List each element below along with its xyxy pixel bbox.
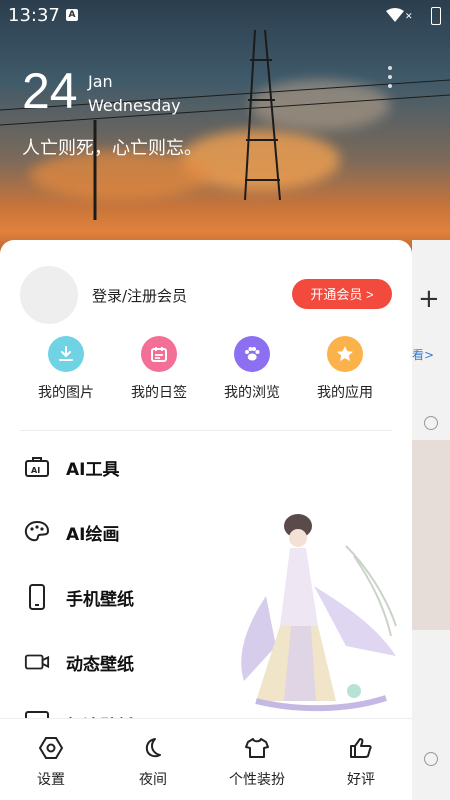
menu-item-live-wallpaper[interactable]: 动态壁纸 (24, 644, 224, 680)
quick-action-my-daily-sign[interactable]: 我的日签 (114, 336, 204, 402)
notification-a-icon: A (66, 9, 78, 21)
quick-action-label: 我的应用 (317, 385, 373, 401)
settings-hexagon-icon (16, 735, 86, 761)
status-time: 13:37 (8, 5, 60, 26)
date-weekday: Wednesday (88, 96, 181, 115)
tab-personalize[interactable]: 个性装扮 (222, 735, 292, 789)
link-hint: 看> (412, 348, 435, 362)
ai-toolbox-icon: AI (24, 454, 50, 480)
tab-settings[interactable]: 设置 (16, 735, 86, 789)
tab-label: 设置 (37, 772, 65, 788)
avatar[interactable] (20, 266, 78, 324)
tshirt-icon (222, 735, 292, 761)
paw-icon (234, 336, 270, 372)
menu-item-phone-wallpaper[interactable]: 手机壁纸 (24, 579, 224, 615)
video-camera-icon (24, 649, 50, 675)
menu-item-label: 手机壁纸 (66, 589, 134, 610)
open-vip-button[interactable]: 开通会员 > (292, 279, 392, 309)
date-day: 24 (22, 63, 78, 119)
menu-item-label: AI绘画 (66, 524, 120, 545)
add-icon[interactable]: + (418, 284, 440, 314)
wifi-icon (386, 8, 404, 22)
tab-label: 好评 (347, 772, 375, 788)
tab-label: 夜间 (139, 772, 167, 788)
bottom-bar: 设置 夜间 个性装扮 好评 (0, 718, 412, 800)
main-screen-peek: + 看> (412, 240, 450, 800)
quick-action-my-apps[interactable]: 我的应用 (300, 336, 390, 402)
thumbs-up-icon (326, 735, 396, 761)
radio-icon[interactable] (424, 752, 438, 766)
menu-item-label: AI工具 (66, 459, 120, 480)
svg-text:AI: AI (31, 466, 40, 475)
quick-action-label: 我的浏览 (224, 385, 280, 401)
tab-night-mode[interactable]: 夜间 (118, 735, 188, 789)
menu-item-ai-tools[interactable]: AI AI工具 (24, 449, 224, 485)
tab-rate[interactable]: 好评 (326, 735, 396, 789)
side-drawer: 登录/注册会员 开通会员 > 我的图片 我的日签 我的浏览 我的应用 AI AI… (0, 240, 412, 800)
palette-icon (24, 519, 50, 545)
quick-action-label: 我的日签 (131, 385, 187, 401)
moon-icon (118, 735, 188, 761)
menu-item-label: 动态壁纸 (66, 654, 134, 675)
divider (20, 430, 392, 431)
download-icon (48, 336, 84, 372)
tab-label: 个性装扮 (229, 772, 285, 788)
star-icon (327, 336, 363, 372)
daily-quote: 人亡则死，心亡则忘。 (22, 138, 202, 159)
wallpaper-thumbnail[interactable] (412, 440, 450, 630)
menu-item-ai-painting[interactable]: AI绘画 (24, 514, 224, 550)
date-month: Jan (88, 72, 113, 91)
quick-action-my-history[interactable]: 我的浏览 (207, 336, 297, 402)
no-signal-icon: ✕ (405, 12, 413, 22)
decorative-character-illustration (241, 514, 397, 712)
quick-action-label: 我的图片 (38, 385, 94, 401)
power-tower-icon (0, 29, 450, 220)
login-register-link[interactable]: 登录/注册会员 (92, 285, 187, 306)
more-options-icon[interactable] (388, 66, 394, 93)
phone-icon (24, 584, 50, 610)
battery-icon (431, 7, 441, 25)
quick-action-my-pictures[interactable]: 我的图片 (21, 336, 111, 402)
radio-icon[interactable] (424, 416, 438, 430)
status-bar: 13:37 A ✕ (0, 0, 450, 32)
calendar-icon (141, 336, 177, 372)
